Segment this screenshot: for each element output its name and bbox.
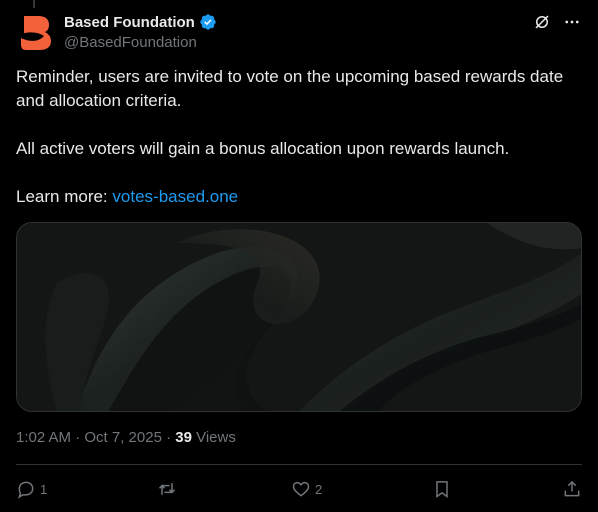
action-bar: 1 2: [16, 476, 582, 502]
post-timestamp[interactable]: 1:02 AM · Oct 7, 2025 ·: [16, 429, 175, 446]
verified-badge-icon: [200, 14, 216, 30]
post-link[interactable]: votes-based.one: [112, 187, 238, 206]
post-header: Based Foundation @BasedFoundation: [16, 12, 586, 56]
views-label: Views: [191, 429, 236, 446]
based-logo-icon: [21, 16, 51, 50]
reply-icon: [18, 481, 34, 499]
views-count: 39: [175, 429, 192, 446]
bookmark-button[interactable]: [432, 479, 452, 499]
divider: [16, 464, 582, 465]
learn-more-line: Learn more: votes-based.one: [16, 185, 582, 209]
post-paragraph: All active voters will gain a bonus allo…: [16, 139, 510, 158]
media-image[interactable]: [16, 222, 582, 412]
post-paragraph: Reminder, users are invited to vote on t…: [16, 67, 564, 110]
learn-more-label: Learn more:: [16, 187, 108, 206]
post-meta: 1:02 AM · Oct 7, 2025 · 39 Views: [16, 429, 236, 446]
account-handle[interactable]: @BasedFoundation: [64, 34, 197, 51]
thread-connector: [33, 0, 35, 8]
more-icon[interactable]: [562, 12, 582, 32]
repost-button[interactable]: [157, 479, 181, 499]
share-icon: [564, 480, 580, 497]
like-count: 2: [314, 481, 323, 497]
grok-icon[interactable]: [532, 12, 552, 32]
like-icon: [292, 481, 310, 497]
abstract-ribbon-image: [17, 223, 581, 411]
repost-icon: [159, 483, 176, 495]
post-body: Reminder, users are invited to vote on t…: [16, 65, 582, 209]
reply-count: 1: [40, 481, 48, 497]
avatar[interactable]: [16, 12, 56, 52]
bookmark-icon: [436, 481, 448, 498]
like-button[interactable]: 2: [291, 479, 322, 499]
share-button[interactable]: [562, 479, 582, 499]
display-name[interactable]: Based Foundation: [64, 14, 195, 31]
reply-button[interactable]: 1: [16, 479, 47, 499]
